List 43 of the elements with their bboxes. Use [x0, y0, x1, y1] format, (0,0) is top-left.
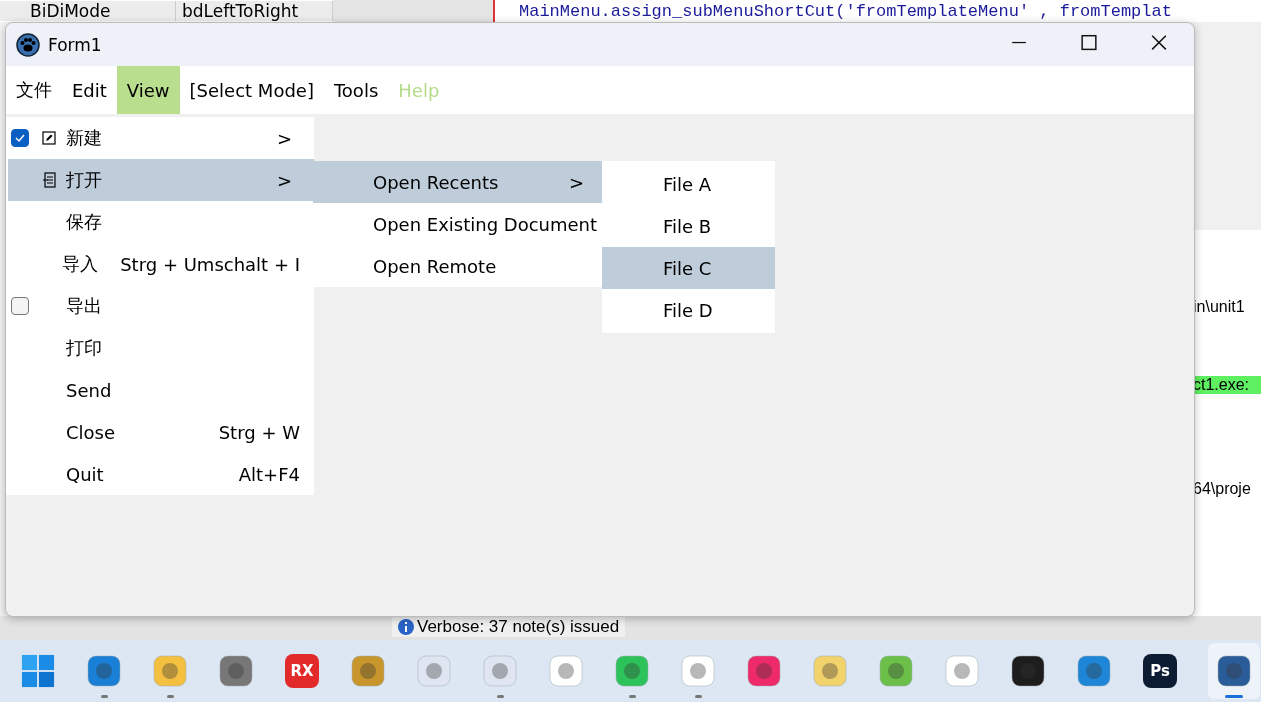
menu-item[interactable]: Open Recents > — [313, 161, 602, 203]
menu-bar-item[interactable]: 文件 — [6, 66, 62, 114]
menu-item[interactable]: 保存 — [8, 201, 314, 243]
menu-item[interactable]: File C — [602, 247, 775, 289]
property-value: bdLeftToRight — [176, 1, 333, 21]
window-title: Form1 — [48, 34, 102, 55]
menu-item[interactable]: 新建 > — [8, 117, 314, 159]
menu-item[interactable]: Quit Alt+F4 — [8, 453, 314, 495]
submenu-arrow: > — [276, 127, 292, 149]
submenu-arrow: > — [568, 171, 584, 193]
rx-icon: RX — [285, 654, 319, 688]
status-text: Verbose: 37 note(s) issued — [417, 617, 620, 637]
shortcut-text: Strg + W — [218, 421, 300, 443]
message-line: 64\proje — [1193, 480, 1251, 498]
menu-bar-item[interactable]: [Select Mode] — [179, 66, 324, 114]
checkbox[interactable] — [11, 129, 29, 147]
menu-item[interactable]: Open Remote — [313, 245, 602, 287]
code-line: MainMenu.assign_subMenuShortCut('fromTemplateMenu' , fromTemplat — [518, 1, 1172, 21]
menu-item[interactable]: 打印 — [8, 327, 314, 369]
menu-item[interactable]: 打开 > — [8, 159, 314, 201]
menu-item[interactable]: File D — [602, 289, 775, 331]
menu-bar-item[interactable]: Edit — [62, 66, 117, 114]
menu-item[interactable]: File B — [602, 205, 775, 247]
info-icon — [398, 619, 414, 635]
ps-icon: Ps — [1143, 654, 1177, 688]
taskbar-button[interactable] — [1208, 643, 1260, 699]
checkbox[interactable] — [11, 297, 29, 315]
menu-item[interactable]: File A — [602, 163, 775, 205]
taskbar-button[interactable]: RX — [284, 643, 320, 699]
menu-item[interactable]: Send — [8, 369, 314, 411]
menu-bar-item[interactable]: Tools — [323, 66, 389, 114]
start-icon — [21, 654, 55, 688]
menu-bar-item[interactable]: View — [116, 66, 180, 114]
taskbar-button[interactable]: Ps — [1142, 643, 1178, 699]
menu-item[interactable]: Open Existing Document — [313, 203, 602, 245]
property-name: BiDiMode — [0, 1, 176, 21]
check-icon — [14, 132, 26, 144]
shortcut-text: Alt+F4 — [238, 463, 300, 485]
submenu-arrow: > — [276, 169, 292, 191]
menu-item[interactable]: 导出 — [8, 285, 314, 327]
menu-item[interactable]: Close Strg + W — [8, 411, 314, 453]
shortcut-text: Strg + Umschalt + I — [120, 253, 300, 275]
menu-item[interactable]: 导入 Strg + Umschalt + I — [8, 243, 314, 285]
